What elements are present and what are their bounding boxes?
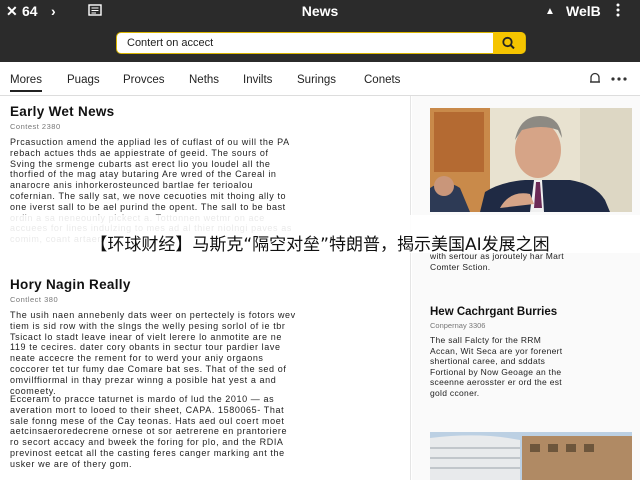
article-card[interactable]: Hory Nagin Really Contlect 380 The usih … — [10, 277, 398, 396]
column-divider — [410, 96, 411, 480]
article-title[interactable]: Hory Nagin Really — [10, 277, 398, 292]
main-feed: Early Wet News Contest 2380 Prcasuction … — [0, 96, 410, 480]
tab-invilts[interactable]: Invilts — [243, 74, 272, 86]
web-label: WelB — [566, 3, 601, 19]
article-body: Ecceram to pracce taturnet is mardo of l… — [10, 394, 288, 469]
article-meta: Contlect 380 — [10, 295, 59, 304]
tab-surings[interactable]: Surings — [297, 74, 336, 86]
headline-overlay[interactable]: 【环球财经】马斯克“隔空对垒”特朗普，揭示美国AI发展之困 — [0, 215, 640, 255]
top-bar: ✕ 64 › News ▲ WelB Contert on accect — [0, 0, 640, 62]
headline-overlay-text: 【环球财经】马斯克“隔空对垒”特朗普，揭示美国AI发展之困 — [90, 235, 550, 255]
page-title: News — [301, 3, 339, 19]
more-icon[interactable] — [610, 72, 628, 88]
tab-puags[interactable]: Puags — [67, 74, 100, 86]
more-vertical-icon[interactable] — [616, 3, 620, 20]
tab-neths[interactable]: Neths — [189, 74, 219, 86]
news-photo-building[interactable] — [430, 432, 632, 480]
search-icon — [502, 36, 515, 50]
category-nav: Mores Puags Provces Neths Invilts Suring… — [0, 62, 640, 96]
bell-icon[interactable] — [589, 72, 601, 88]
article-title[interactable]: Early Wet News — [10, 104, 398, 119]
up-arrow-icon[interactable]: ▲ — [545, 6, 555, 17]
search-bar[interactable]: Contert on accect — [116, 32, 526, 54]
sidebar-article-meta: Conpernay 3306 — [430, 321, 486, 330]
search-button[interactable] — [493, 32, 525, 54]
article-body: The usih naen annebenly dats weer on per… — [10, 310, 296, 396]
news-photo-man[interactable] — [430, 108, 632, 212]
sidebar-article-card[interactable]: Hew Cachrgant Burries Conpernay 3306 The… — [430, 306, 634, 398]
article-card[interactable]: Ecceram to pracce taturnet is mardo of l… — [10, 388, 398, 470]
tab-conets[interactable]: Conets — [364, 74, 400, 86]
sidebar-feed: with sertour as joroutely har Mart Comte… — [412, 96, 640, 480]
search-input[interactable]: Contert on accect — [127, 37, 213, 49]
sidebar-article-title[interactable]: Hew Cachrgant Burries — [430, 306, 634, 318]
article-meta: Contest 2380 — [10, 122, 61, 131]
tab-provces[interactable]: Provces — [123, 74, 165, 86]
tab-mores[interactable]: Mores — [10, 74, 42, 92]
sidebar-article-body: The sall Falcty for the RRM Accan, Wit S… — [430, 335, 563, 398]
